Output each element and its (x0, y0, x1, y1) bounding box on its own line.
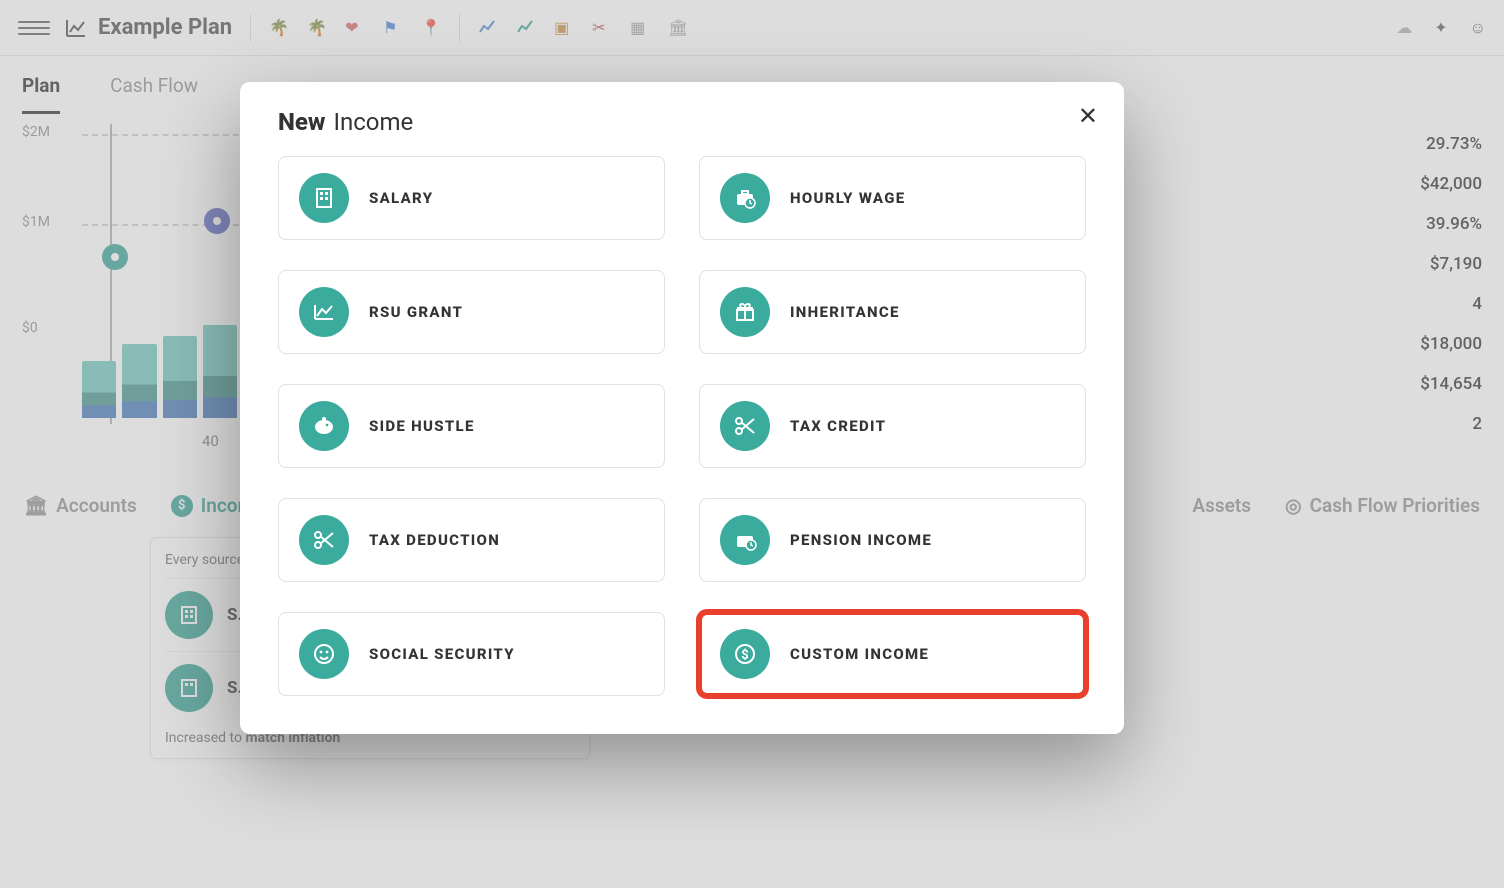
gift-icon (720, 287, 770, 337)
piggy-bank-icon (299, 401, 349, 451)
income-option-tax-deduction[interactable]: TAX DEDUCTION (278, 498, 665, 582)
modal-close-button[interactable]: ✕ (1078, 102, 1098, 130)
income-option-social-security[interactable]: SOCIAL SECURITY (278, 612, 665, 696)
modal-title: New Income (278, 108, 1086, 136)
scissors-paper-icon (299, 515, 349, 565)
option-label: SOCIAL SECURITY (369, 645, 515, 663)
chart-line-icon (299, 287, 349, 337)
modal-title-rest: Income (333, 108, 413, 136)
income-option-salary[interactable]: SALARY (278, 156, 665, 240)
income-option-inheritance[interactable]: INHERITANCE (699, 270, 1086, 354)
income-option-tax-credit[interactable]: TAX CREDIT (699, 384, 1086, 468)
option-label: TAX CREDIT (790, 417, 886, 435)
income-option-hourly-wage[interactable]: HOURLY WAGE (699, 156, 1086, 240)
option-label: TAX DEDUCTION (369, 531, 500, 549)
modal-title-bold: New (278, 108, 325, 136)
briefcase-clock-icon (720, 515, 770, 565)
income-option-custom-income[interactable]: $ CUSTOM INCOME (699, 612, 1086, 696)
option-label: SIDE HUSTLE (369, 417, 475, 435)
option-label: SALARY (369, 189, 433, 207)
svg-text:$: $ (741, 648, 748, 663)
income-type-grid: SALARY HOURLY WAGE RSU GRANT INHERITANCE SID… (278, 156, 1086, 696)
new-income-modal: New Income ✕ SALARY HOURLY WAGE RSU GRANT IN… (240, 82, 1124, 734)
scissors-receipt-icon (720, 401, 770, 451)
option-label: HOURLY WAGE (790, 189, 905, 207)
face-smile-icon (299, 629, 349, 679)
building-icon (299, 173, 349, 223)
option-label: CUSTOM INCOME (790, 645, 929, 663)
dollar-circle-icon: $ (720, 629, 770, 679)
option-label: PENSION INCOME (790, 531, 932, 549)
income-option-pension-income[interactable]: PENSION INCOME (699, 498, 1086, 582)
option-label: RSU GRANT (369, 303, 463, 321)
clock-briefcase-icon (720, 173, 770, 223)
income-option-side-hustle[interactable]: SIDE HUSTLE (278, 384, 665, 468)
income-option-rsu-grant[interactable]: RSU GRANT (278, 270, 665, 354)
option-label: INHERITANCE (790, 303, 900, 321)
